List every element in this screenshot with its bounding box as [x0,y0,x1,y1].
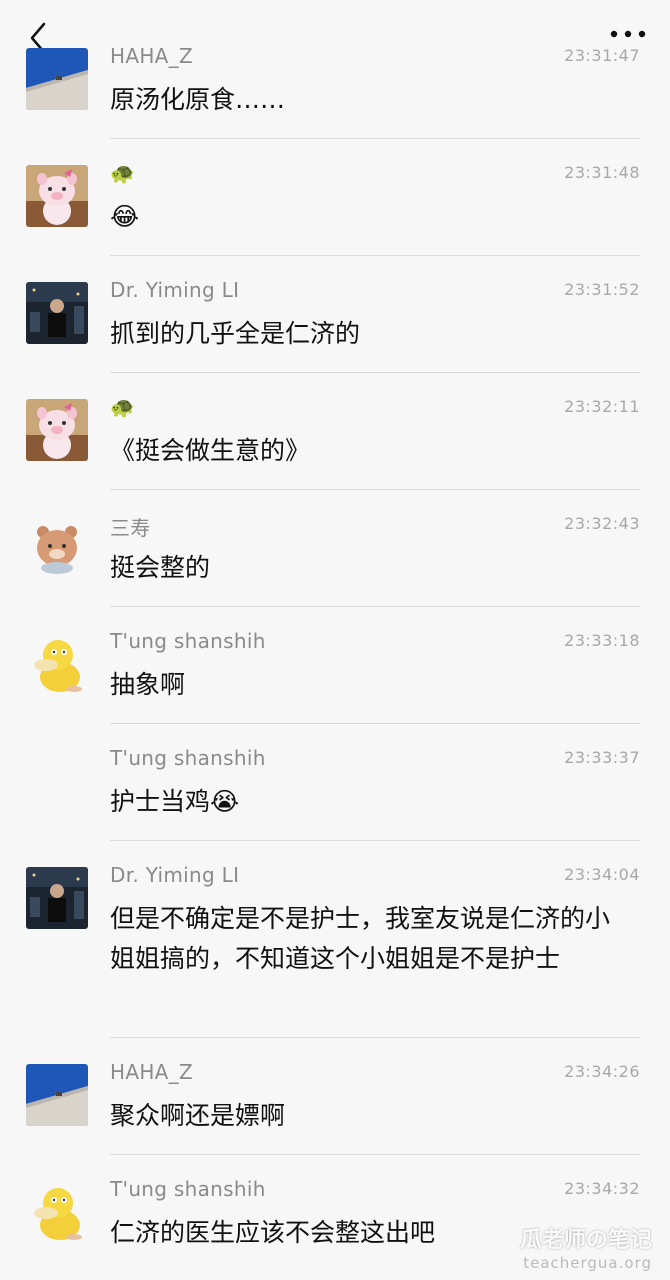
avatar[interactable] [26,165,88,227]
pink-pig-avatar [26,399,88,461]
message-text: 《挺会做生意的》 [110,436,311,465]
watermark-url: teachergua.org [523,1254,652,1272]
message-item: HAHA_Z 23:31:47 原汤化原食…… [0,22,670,139]
brown-bear-avatar [26,516,88,578]
sender-name: T'ung shanshih [110,1177,266,1201]
timestamp: 23:31:47 [564,46,640,65]
sky-wall-avatar [26,48,88,110]
avatar[interactable] [26,399,88,461]
sender-name: T'ung shanshih [110,746,266,770]
message-text: 抓到的几乎全是仁济的 [110,319,361,348]
message-text: 😂 [110,202,140,231]
sender-name: Dr. Yiming LI [110,863,240,887]
sender-name: HAHA_Z [110,1060,193,1084]
message-item: 🐢 23:31:48 😂 [0,139,670,256]
timestamp: 23:31:52 [564,280,640,299]
timestamp: 23:33:18 [564,631,640,650]
message-item: 三寿 23:32:43 挺会整的 [0,490,670,607]
avatar[interactable] [26,633,88,695]
message-text: 原汤化原食…… [110,85,286,114]
yellow-duck-avatar [26,633,88,695]
sender-name: HAHA_Z [110,44,193,68]
avatar[interactable] [26,1181,88,1243]
message-list: HAHA_Z 23:31:47 原汤化原食…… 🐢 23:31:48 😂 Dr.… [0,22,670,1272]
message-item: HAHA_Z 23:34:26 聚众啊还是嫖啊 [0,1038,670,1155]
sender-name: T'ung shanshih [110,629,266,653]
timestamp: 23:34:32 [564,1179,640,1198]
message-text: 聚众啊还是嫖啊 [110,1101,286,1130]
message-item: 🐢 23:32:11 《挺会做生意的》 [0,373,670,490]
timestamp: 23:34:04 [564,865,640,884]
message-item: Dr. Yiming LI 23:34:04 但是不确定是不是护士，我室友说是仁… [0,841,670,1038]
sky-wall-avatar [26,1064,88,1126]
watermark-title: 瓜老师の笔记 [519,1228,652,1253]
timestamp: 23:34:26 [564,1062,640,1081]
message-item: T'ung shanshih 23:33:18 抽象啊 [0,607,670,724]
timestamp: 23:31:48 [564,163,640,182]
sender-name: Dr. Yiming LI [110,278,240,302]
timestamp: 23:33:37 [564,748,640,767]
timestamp: 23:32:11 [564,397,640,416]
message-text: 抽象啊 [110,670,186,699]
avatar[interactable] [26,282,88,344]
timestamp: 23:32:43 [564,514,640,533]
night-photo-avatar [26,282,88,344]
pink-pig-avatar [26,165,88,227]
message-text: 但是不确定是不是护士，我室友说是仁济的小姐姐搞的，不知道这个小姐姐是不是护士 [110,904,611,973]
avatar[interactable] [26,516,88,578]
yellow-duck-avatar [26,1181,88,1243]
message-text: 挺会整的 [110,553,211,582]
night-photo-avatar [26,867,88,929]
sender-name: 🐢 [110,161,136,185]
message-text: 护士当鸡😭 [110,787,240,816]
watermark: 瓜老师の笔记 teachergua.org [520,1222,652,1272]
sender-name: 三寿 [110,516,151,540]
avatar[interactable] [26,1064,88,1126]
avatar[interactable] [26,867,88,929]
avatar[interactable] [26,48,88,110]
message-item: T'ung shanshih 23:33:37 护士当鸡😭 [0,724,670,841]
message-item: Dr. Yiming LI 23:31:52 抓到的几乎全是仁济的 [0,256,670,373]
sender-name: 🐢 [110,395,136,419]
